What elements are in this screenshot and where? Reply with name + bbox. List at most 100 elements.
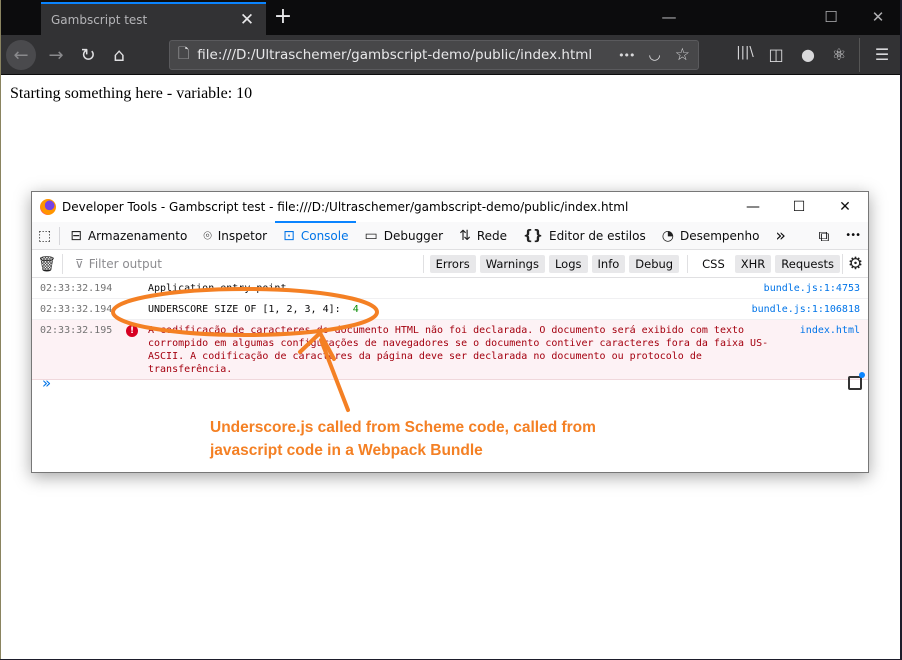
- navigation-toolbar: ← → ↻ ⌂ 🗋 file:///D:/Ultraschemer/gambsc…: [1, 35, 900, 75]
- react-devtools-icon[interactable]: ⚛: [828, 45, 850, 64]
- home-button[interactable]: ⌂: [104, 40, 134, 70]
- storage-icon: ⊟: [70, 227, 82, 244]
- tab-inspetor[interactable]: ⌾ Inspetor: [195, 222, 275, 250]
- performance-icon: ◔: [661, 227, 674, 244]
- tab-label: Inspetor: [217, 228, 268, 243]
- filter-warnings[interactable]: Warnings: [479, 254, 545, 273]
- filter-output-input[interactable]: ⊽ Filter output: [62, 253, 423, 274]
- message-text: A codificação de caracteres do documento…: [148, 325, 769, 375]
- element-picker-button[interactable]: ⬚: [32, 222, 57, 250]
- minimize-button[interactable]: —: [659, 8, 679, 26]
- home-icon: ⌂: [113, 44, 125, 66]
- filter-logs[interactable]: Logs: [548, 254, 588, 273]
- library-icon[interactable]: |||\: [734, 45, 756, 60]
- back-button[interactable]: ←: [6, 40, 36, 70]
- filter-icon: ⊽: [75, 256, 84, 271]
- message-text: UNDERSCORE SIZE OF [1, 2, 3, 4]:: [148, 304, 341, 315]
- tab-label: Armazenamento: [87, 228, 188, 243]
- tab-title: Gambscript test: [51, 12, 148, 27]
- tab-rede[interactable]: ⇅ Rede: [451, 222, 515, 250]
- star-icon[interactable]: ☆: [675, 45, 690, 65]
- prompt-chevron-icon: »: [42, 374, 52, 392]
- firefox-logo-icon: [40, 199, 56, 215]
- message-source-link[interactable]: index.html: [800, 324, 860, 337]
- reload-icon: ↻: [80, 44, 96, 66]
- tab-editor-de-estilos[interactable]: {} Editor de estilos: [515, 222, 654, 250]
- devtools-title: Developer Tools - Gambscript test - file…: [62, 200, 629, 214]
- url-text[interactable]: file:///D:/Ultraschemer/gambscript-demo/…: [197, 47, 604, 63]
- console-error-message: 02:33:32.195 ! A codificação de caracter…: [32, 320, 868, 380]
- tab-label: Console: [300, 228, 349, 243]
- tab-debugger[interactable]: ▭ Debugger: [356, 222, 451, 250]
- message-source-link[interactable]: bundle.js:1:4753: [764, 282, 860, 295]
- message-timestamp: 02:33:32.194: [40, 304, 113, 315]
- message-source-link[interactable]: bundle.js:1:106818: [752, 303, 860, 316]
- debugger-icon: ▭: [364, 227, 378, 244]
- filter-placeholder: Filter output: [88, 256, 162, 271]
- clear-console-button[interactable]: 🗑: [32, 255, 62, 273]
- browser-tab[interactable]: Gambscript test ✕: [41, 2, 266, 35]
- chevron-double-right-icon: »: [775, 225, 786, 246]
- filter-css[interactable]: CSS: [696, 255, 731, 273]
- message-text: Application entry point.: [148, 283, 293, 294]
- divider: [422, 254, 424, 273]
- page-icon: 🗋: [178, 46, 190, 62]
- annotation-line-2: javascript code in a Webpack Bundle: [210, 442, 483, 459]
- annotation-line-1: Underscore.js called from Scheme code, c…: [210, 419, 596, 436]
- ellipsis-icon: •••: [845, 230, 861, 241]
- console-filter-bar: 🗑 ⊽ Filter output Errors Warnings Logs I…: [32, 250, 868, 278]
- console-message: 02:33:32.194 UNDERSCORE SIZE OF [1, 2, 3…: [32, 299, 868, 320]
- error-icon: !: [126, 325, 138, 337]
- devtools-minimize-button[interactable]: —: [730, 199, 776, 215]
- divider: [687, 254, 689, 273]
- dock-button[interactable]: ⧉: [811, 222, 838, 250]
- console-input-prompt[interactable]: »: [42, 374, 51, 392]
- tab-label: Desempenho: [679, 228, 760, 243]
- tab-desempenho[interactable]: ◔ Desempenho: [654, 222, 768, 250]
- console-icon: ⊡: [283, 227, 295, 244]
- tab-armazenamento[interactable]: ⊟ Armazenamento: [62, 222, 195, 250]
- filter-info[interactable]: Info: [591, 254, 626, 273]
- url-bar[interactable]: 🗋 file:///D:/Ultraschemer/gambscript-dem…: [169, 40, 699, 70]
- inspector-icon: ⌾: [203, 227, 212, 244]
- devtools-tab-bar: ⬚ ⊟ Armazenamento ⌾ Inspetor ⊡ Console ▭ Deb…: [32, 220, 868, 250]
- devtools-close-button[interactable]: ✕: [822, 199, 868, 215]
- tab-divider: [59, 226, 61, 245]
- console-message: 02:33:32.194 Application entry point. bu…: [32, 278, 868, 299]
- close-tab-icon[interactable]: ✕: [238, 10, 256, 30]
- dock-icon: ⧉: [818, 226, 830, 245]
- filter-xhr[interactable]: XHR: [734, 254, 772, 273]
- filter-requests[interactable]: Requests: [775, 254, 840, 273]
- style-editor-icon: {}: [523, 227, 543, 244]
- arrow-left-icon: ←: [13, 44, 29, 66]
- more-tabs-button[interactable]: »: [767, 222, 793, 250]
- tab-label: Rede: [476, 228, 508, 243]
- maximize-button[interactable]: ☐: [821, 8, 841, 26]
- trash-icon: 🗑: [37, 254, 57, 273]
- reload-button[interactable]: ↻: [73, 40, 103, 70]
- console-sidebar-toggle-icon[interactable]: [848, 372, 865, 390]
- new-tab-button[interactable]: +: [271, 6, 295, 28]
- sidebar-icon[interactable]: ◫: [765, 45, 787, 64]
- console-settings-button[interactable]: ⚙: [842, 253, 868, 274]
- toolbar-divider: [859, 38, 860, 72]
- gear-icon: ⚙: [847, 253, 864, 274]
- hamburger-icon[interactable]: ☰: [871, 45, 893, 64]
- annotation-text: Underscore.js called from Scheme code, c…: [210, 416, 670, 462]
- filter-debug[interactable]: Debug: [629, 254, 680, 273]
- pocket-icon[interactable]: ◡: [649, 47, 661, 63]
- devtools-menu-button[interactable]: •••: [837, 222, 868, 250]
- forward-button[interactable]: →: [41, 40, 71, 70]
- network-icon: ⇅: [459, 227, 471, 244]
- window-close-button[interactable]: ✕: [868, 8, 888, 26]
- tab-console[interactable]: ⊡ Console: [275, 220, 357, 250]
- devtools-maximize-button[interactable]: ☐: [776, 199, 822, 215]
- ellipsis-icon[interactable]: •••: [618, 49, 635, 62]
- arrow-right-icon: →: [48, 44, 64, 66]
- tab-label: Editor de estilos: [548, 228, 646, 243]
- account-icon[interactable]: ●: [797, 45, 819, 64]
- message-timestamp: 02:33:32.194: [40, 283, 113, 294]
- tab-label: Debugger: [383, 228, 444, 243]
- devtools-titlebar: Developer Tools - Gambscript test - file…: [32, 192, 868, 222]
- filter-errors[interactable]: Errors: [429, 254, 476, 273]
